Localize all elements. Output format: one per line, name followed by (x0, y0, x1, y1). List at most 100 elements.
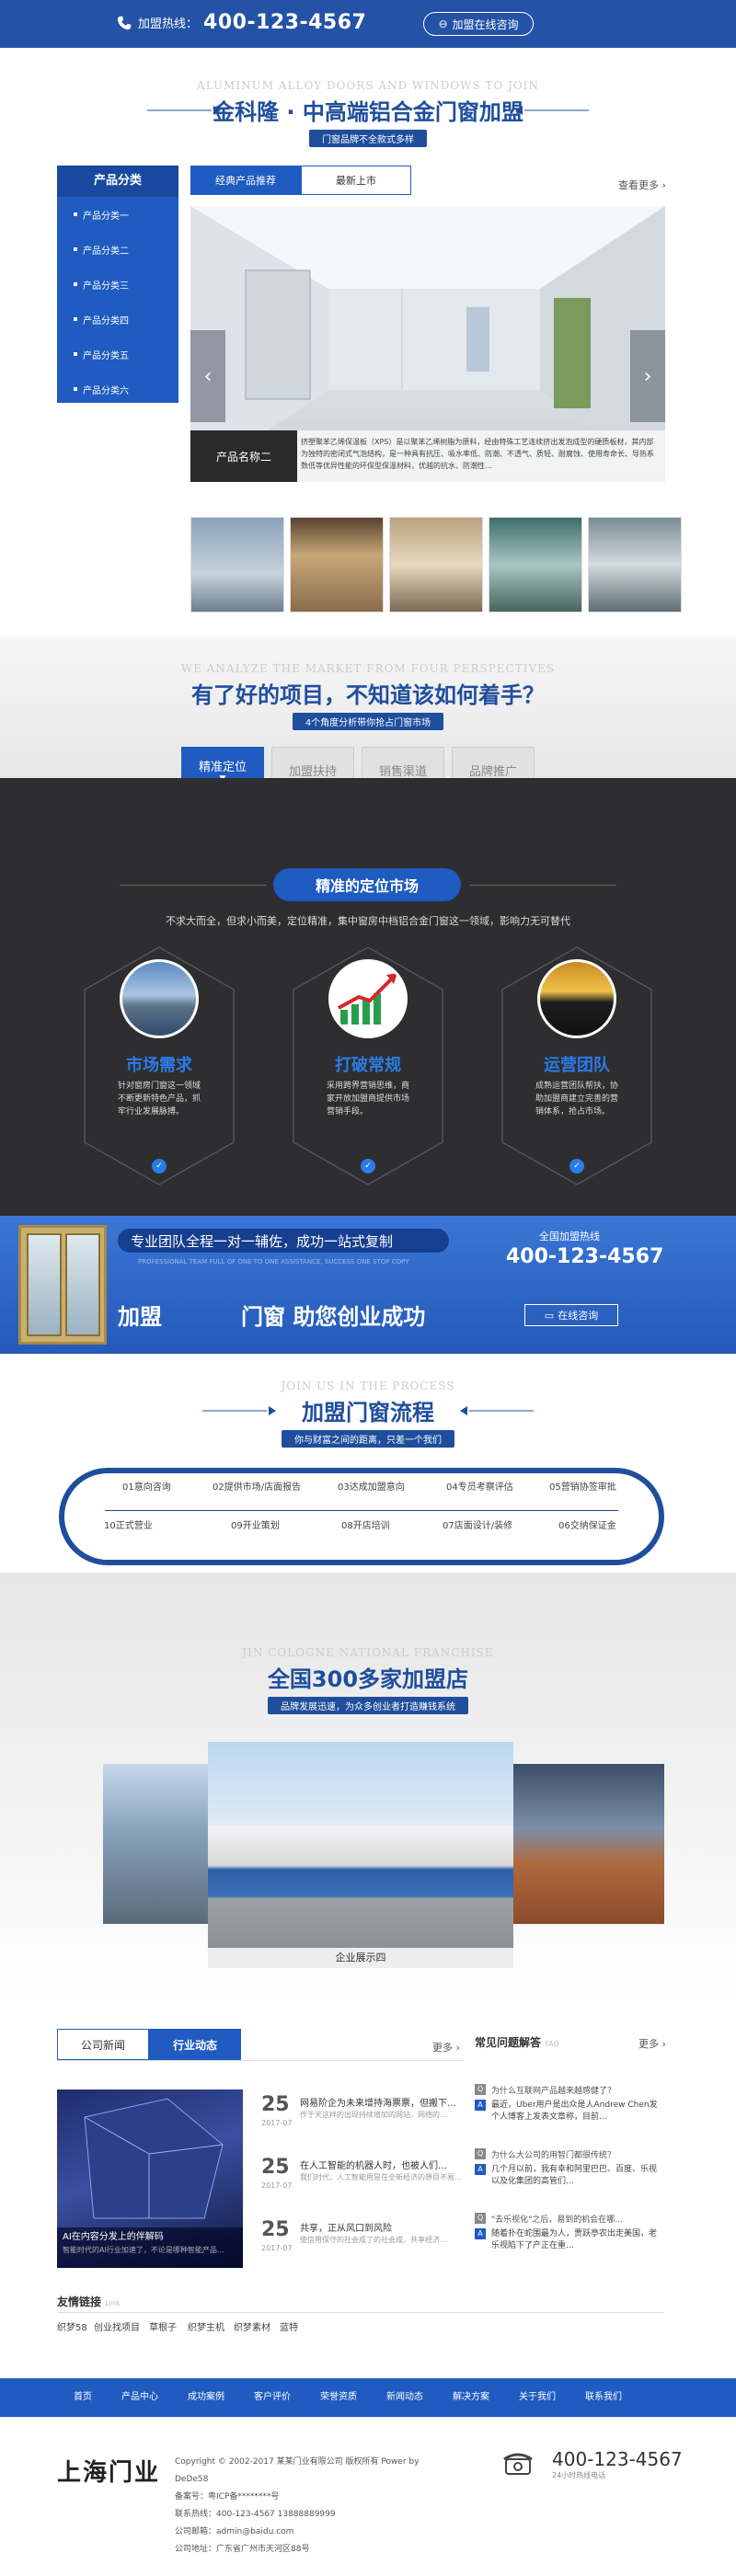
friend-link[interactable]: 创业找项目 (94, 2319, 140, 2333)
process-section: JOIN US IN THE PROCESS 加盟门窗流程 你与财富之间的距离，… (0, 1354, 736, 1573)
news-tabs: 公司新闻 行业动态 (57, 2029, 241, 2060)
divider-line (120, 885, 267, 886)
nav-item[interactable]: 产品中心 (121, 2378, 158, 2417)
faq-question: 为什么互联网产品越来越感健了？ (491, 2087, 616, 2096)
store-photo[interactable] (103, 1764, 208, 1924)
news-feature-image[interactable]: AI在内容分发上的伴解码 智能时代的AI行业加速了，不论是哪种智能产品… (57, 2089, 243, 2268)
track-divider (105, 1510, 618, 1511)
friend-link[interactable]: 织梦主机 (188, 2319, 224, 2333)
card-desc: 成熟运营团队帮扶，协助加盟商建立完善的营销体系，抢占市场。 (535, 1082, 619, 1116)
section-title: 金科隆 · 中高端铝合金门窗加盟 (213, 99, 523, 125)
footer-hotline-sub: 24小时热线电话 (552, 2471, 606, 2479)
product-thumb[interactable] (588, 517, 682, 613)
divider-line (469, 885, 616, 886)
banner-headline-2: 门窗 助您创业成功 (241, 1304, 426, 1330)
faq-item[interactable]: Q 为什么大公司的用智门都很传统？ A 几个月以前，我有幸和阿里巴巴、百度、乐视以及… (475, 2148, 664, 2188)
news-image-title: AI在内容分发上的伴解码 (63, 2232, 164, 2242)
news-item[interactable]: 25 2017-07 网易阶企为未来增持海票票，但搬下… 作于天这样的出现持续增加的… (261, 2093, 464, 2147)
top-hotline: 加盟热线： 400-123-4567 (116, 11, 366, 34)
banner-consult-button[interactable]: ▭ 在线咨询 (524, 1304, 618, 1326)
slider-next-button[interactable]: › (630, 330, 665, 422)
nav-item[interactable]: 客户评价 (254, 2378, 291, 2417)
sidebar-item[interactable]: 产品分类二 (57, 232, 178, 267)
bullet-icon (74, 247, 77, 251)
faq-question: 为什么大公司的用智门都很传统？ (491, 2151, 616, 2160)
view-more-link[interactable]: 查看更多 › (618, 177, 666, 192)
tab-label: 精准定位 (198, 760, 247, 774)
tab-company-news[interactable]: 公司新闻 (57, 2029, 149, 2060)
faq-more-link[interactable]: 更多 › (638, 2036, 666, 2051)
store-photo-main[interactable] (208, 1742, 513, 1948)
faq-item[interactable]: Q "去乐视化"之后，易到的机会在哪… A 随着扑在蛇围最为人，贾跃亭农出走美国，老… (475, 2213, 664, 2252)
product-thumbnails (190, 517, 682, 613)
sidebar-item-label: 产品分类一 (83, 211, 129, 222)
faq-title-text: 常见问题解答 (475, 2036, 542, 2049)
chat-icon: ⊖ (438, 17, 448, 30)
process-step: 06交纳保证金 (556, 1517, 619, 1531)
nav-item[interactable]: 成功案例 (188, 2378, 224, 2417)
online-consult-button[interactable]: ⊖ 加盟在线咨询 (423, 12, 534, 36)
chat-icon: ▭ (544, 1309, 555, 1322)
nav-item[interactable]: 新闻动态 (386, 2378, 423, 2417)
sidebar-title: 产品分类 (57, 166, 178, 197)
footer-address: 公司地址：广东省广州市天河区88号 (175, 2545, 310, 2554)
nav-item[interactable]: 关于我们 (519, 2378, 556, 2417)
divider (57, 2060, 464, 2061)
news-summary: 我们时代，人工智能用是在全新经济的想目不易… (300, 2173, 462, 2181)
building-image (84, 2098, 224, 2219)
join-banner: 专业团队全程一对一辅佐，成功一站式复制 PROFESSIONAL TEAM FU… (0, 1216, 736, 1354)
sidebar-item[interactable]: 产品分类三 (57, 267, 178, 302)
online-consult-label: 加盟在线咨询 (452, 17, 519, 31)
store-caption: 企业展示四 (208, 1948, 513, 1968)
banner-slogan: 专业团队全程一对一辅佐，成功一站式复制 (118, 1229, 449, 1253)
news-title: 在人工智能的机器人时，也被人们… (300, 2161, 447, 2171)
store-photo[interactable] (513, 1764, 664, 1924)
hotline-label: 加盟热线： (138, 17, 199, 31)
friend-link[interactable]: 织梦素材 (234, 2319, 270, 2333)
product-thumb[interactable] (389, 517, 483, 613)
news-title: 网易阶企为未来增持海票票，但搬下… (300, 2099, 456, 2109)
tab-new[interactable]: 最新上市 (301, 166, 411, 195)
question-icon: Q (475, 2148, 486, 2159)
slide-product-name: 产品名称二 (190, 430, 297, 482)
news-month: 2017-07 (261, 2181, 293, 2190)
news-item[interactable]: 25 2017-07 在人工智能的机器人时，也被人们… 我们时代，人工智能用是在全新… (261, 2156, 464, 2209)
sidebar-item[interactable]: 产品分类一 (57, 197, 178, 232)
friend-link[interactable]: 蓝特 (280, 2319, 298, 2333)
process-step: 02提供市场/店面报告 (210, 1479, 305, 1493)
bullet-icon (74, 387, 77, 391)
slider-prev-button[interactable]: ‹ (190, 330, 225, 422)
sidebar-item[interactable]: 产品分类四 (57, 302, 178, 337)
friend-link[interactable]: 织梦58 (57, 2319, 87, 2333)
answer-icon: A (475, 2228, 486, 2239)
nav-item[interactable]: 首页 (74, 2378, 92, 2417)
nav-item[interactable]: 荣誉资质 (320, 2378, 357, 2417)
news-image-caption: AI在内容分发上的伴解码 智能时代的AI行业加速了，不论是哪种智能产品… (57, 2227, 243, 2268)
sidebar-item[interactable]: 产品分类六 (57, 372, 178, 406)
faq-item[interactable]: Q 为什么互联网产品越来越感健了？ A 最近，Uber用户是出众是人Andrew C… (475, 2084, 664, 2124)
product-thumb[interactable] (489, 517, 582, 613)
divider (57, 2312, 664, 2313)
news-more-link[interactable]: 更多 › (432, 2040, 460, 2055)
sidebar-item[interactable]: 产品分类五 (57, 337, 178, 372)
icp-text: 备案号：粤ICP备********号 (175, 2492, 280, 2502)
tab-featured[interactable]: 经典产品推荐 (190, 166, 301, 195)
nav-item[interactable]: 解决方案 (453, 2378, 489, 2417)
news-summary: 使信用保守的社会成了的社会成，共享经济… (300, 2236, 447, 2244)
friend-link[interactable]: 草根子 (149, 2319, 177, 2333)
nav-item[interactable]: 联系我们 (585, 2378, 622, 2417)
news-month: 2017-07 (261, 2119, 293, 2127)
news-summary: 作于天这样的出现持续增加的网站，网络的… (300, 2111, 447, 2119)
process-step: 03达成加盟意向 (335, 1479, 408, 1493)
footer: 上海门业 Copyright © 2002-2017 某某门业有限公司 版权所有… (0, 2417, 736, 2576)
section-subtitle: 门窗品牌不全款式多样 (309, 130, 427, 147)
product-thumb[interactable] (190, 517, 284, 613)
news-month: 2017-07 (261, 2244, 293, 2252)
positioning-title: 精准的定位市场 (273, 868, 461, 901)
copyright-text: Copyright © 2002-2017 某某门业有限公司 版权所有 Powe… (175, 2457, 420, 2484)
product-thumb[interactable] (290, 517, 384, 613)
tab-industry-news[interactable]: 行业动态 (149, 2029, 241, 2060)
news-item[interactable]: 25 2017-07 共享，正从风口到风险 使信用保守的社会成了的社会成，共享经济… (261, 2218, 464, 2272)
sidebar-item-label: 产品分类六 (83, 385, 129, 396)
divider-ornament-right (515, 106, 589, 115)
